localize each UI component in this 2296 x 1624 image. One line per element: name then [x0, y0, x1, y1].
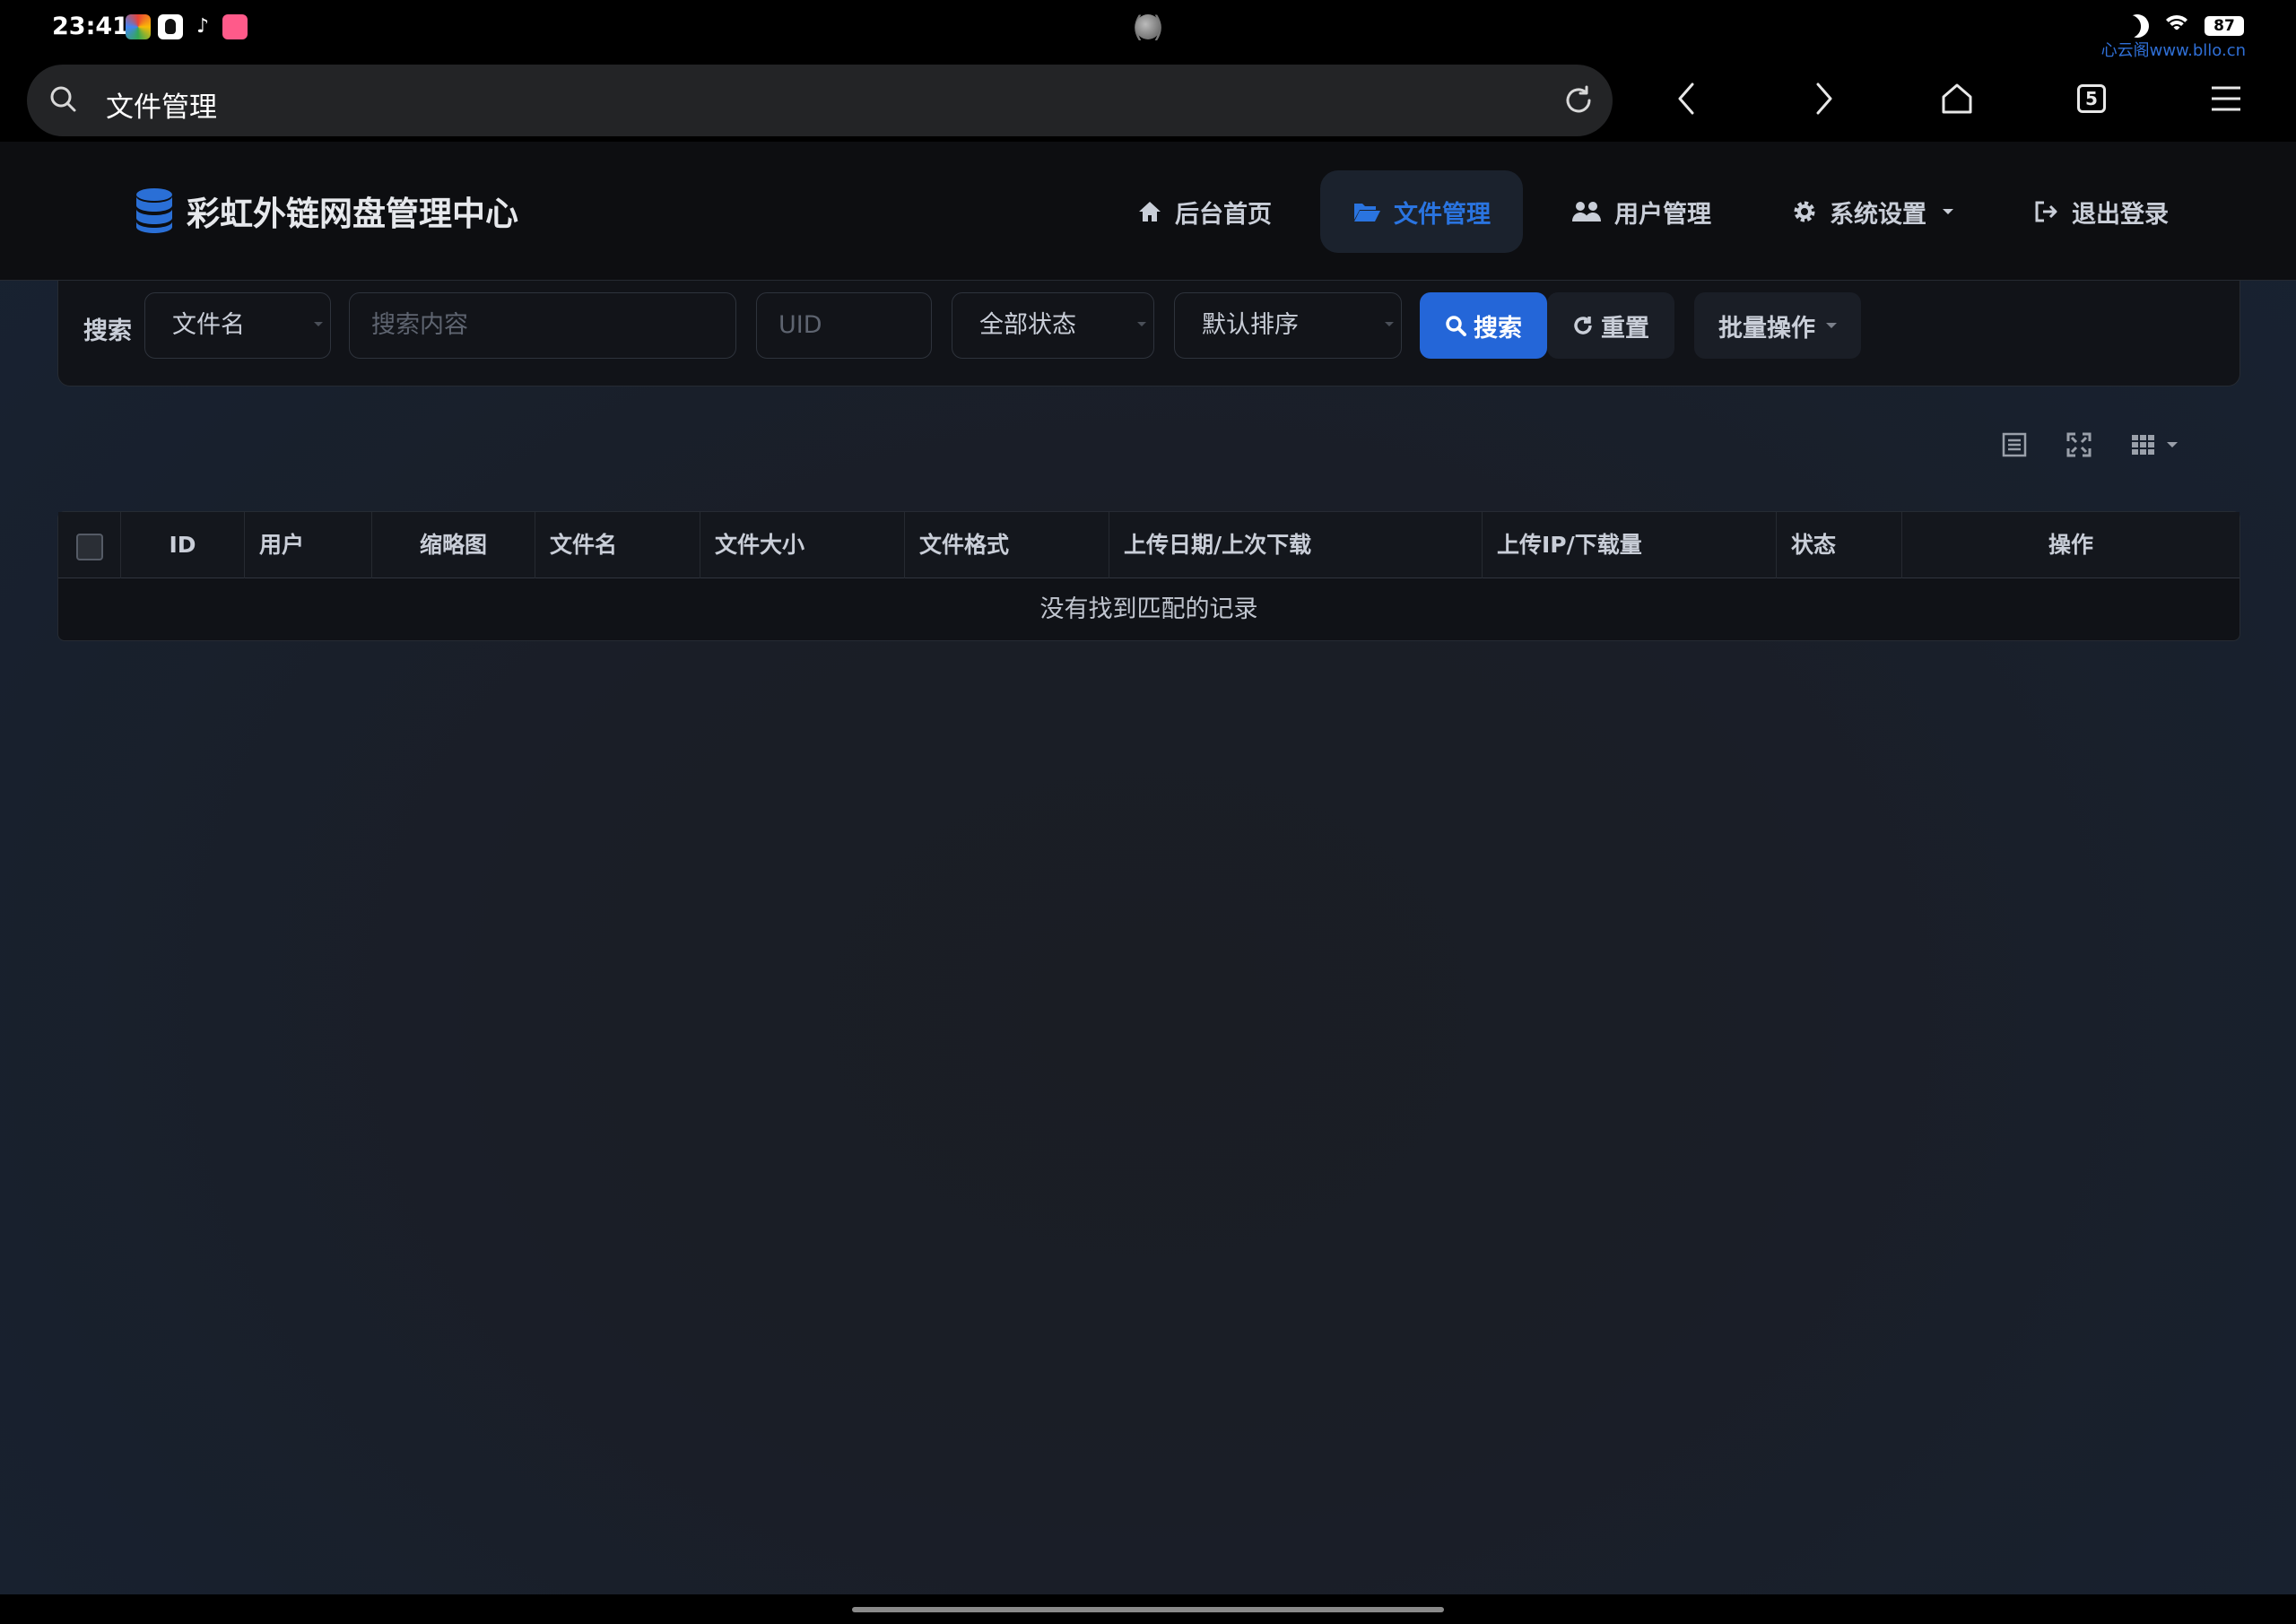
site-navbar: 彩虹外链网盘管理中心 后台首页 文件管理 用户管理 系统设置 退出登录: [0, 142, 2296, 281]
browser-toolbar: 文件管理 5: [0, 57, 2296, 142]
qq-icon: [158, 14, 183, 39]
forward-button[interactable]: [1799, 75, 1846, 122]
uid-placeholder: UID: [778, 311, 822, 339]
folder-open-icon: [1354, 204, 1380, 221]
home-icon: [1139, 202, 1161, 221]
list-icon[interactable]: [2000, 430, 2029, 459]
address-bar[interactable]: 文件管理: [27, 65, 1613, 136]
page-content: 彩虹外链网盘管理中心 后台首页 文件管理 用户管理 系统设置 退出登录 搜索 文…: [0, 142, 2296, 1594]
battery-icon: 87: [2205, 16, 2244, 36]
nav-dashboard[interactable]: 后台首页: [1105, 170, 1304, 253]
search-content-placeholder: 搜索内容: [371, 311, 468, 339]
search-button[interactable]: 搜索: [1420, 292, 1547, 359]
columns-grid-icon: [2132, 435, 2154, 455]
th-upload-date[interactable]: 上传日期/上次下载: [1109, 512, 1483, 578]
search-button-label: 搜索: [1474, 314, 1522, 343]
back-button[interactable]: [1665, 75, 1711, 122]
chevron-down-icon: [1385, 322, 1394, 326]
th-user[interactable]: 用户: [245, 512, 372, 578]
chevron-down-icon: [314, 322, 323, 326]
nav-system-settings[interactable]: 系统设置: [1760, 170, 1986, 253]
table-toolbar: [2000, 430, 2178, 459]
chevron-down-icon: [1137, 322, 1146, 326]
search-label: 搜索: [83, 317, 132, 345]
nav-system-settings-label: 系统设置: [1830, 200, 1926, 229]
users-icon: [1572, 202, 1601, 221]
th-filename[interactable]: 文件名: [535, 512, 700, 578]
sign-out-icon: [2035, 201, 2057, 222]
refresh-icon: [1574, 317, 1592, 334]
nav-user-management-label: 用户管理: [1614, 200, 1711, 229]
chevron-down-icon: [2167, 442, 2178, 447]
camera-indicator: ( ): [1118, 9, 1178, 45]
status-time: 23:41: [52, 13, 129, 40]
tabs-icon: 5: [2077, 84, 2106, 113]
home-indicator-bar[interactable]: [852, 1607, 1444, 1612]
nav-dashboard-label: 后台首页: [1175, 200, 1272, 229]
chevron-down-icon: [1943, 209, 1953, 214]
search-type-select[interactable]: 文件名: [144, 292, 331, 359]
brand-title: 彩虹外链网盘管理中心: [187, 195, 518, 233]
tabs-button[interactable]: 5: [2068, 75, 2115, 122]
th-filesize[interactable]: 文件大小: [700, 512, 905, 578]
nav-logout-label: 退出登录: [2072, 200, 2169, 229]
app-pink-icon: [222, 14, 248, 39]
home-button[interactable]: [1934, 75, 1980, 122]
nav-file-management[interactable]: 文件管理: [1320, 170, 1523, 253]
app-icon: [126, 14, 151, 39]
batch-actions-button[interactable]: 批量操作: [1694, 292, 1861, 359]
sort-select[interactable]: 默认排序: [1174, 292, 1402, 359]
nav-user-management[interactable]: 用户管理: [1539, 170, 1744, 253]
nav-logout[interactable]: 退出登录: [2002, 170, 2201, 253]
sort-select-value: 默认排序: [1202, 311, 1299, 339]
th-actions: 操作: [2048, 532, 2093, 558]
gear-icon: [1794, 201, 1815, 222]
select-all-checkbox[interactable]: [76, 534, 103, 560]
search-icon: [50, 86, 76, 112]
batch-actions-label: 批量操作: [1718, 314, 1815, 343]
th-thumbnail[interactable]: 缩略图: [372, 512, 535, 578]
columns-toggle[interactable]: [2129, 430, 2178, 459]
files-table: ID 用户 缩略图 文件名 文件大小 文件格式 上传日期/上次下载 上传IP/下…: [57, 511, 2240, 641]
menu-icon: [2212, 86, 2240, 111]
brand[interactable]: 彩虹外链网盘管理中心: [135, 187, 518, 235]
uid-input[interactable]: UID: [756, 292, 932, 359]
th-status[interactable]: 状态: [1777, 512, 1902, 578]
chevron-down-icon: [1826, 323, 1837, 328]
back-icon: [1678, 83, 1694, 115]
search-icon: [1446, 316, 1466, 336]
status-app-icons: ♪: [126, 14, 248, 39]
fullscreen-icon[interactable]: [2065, 430, 2093, 459]
th-id[interactable]: ID: [121, 512, 245, 578]
reset-button-label: 重置: [1601, 314, 1649, 343]
forward-icon: [1816, 83, 1832, 115]
status-select-value: 全部状态: [979, 311, 1076, 339]
search-content-input[interactable]: 搜索内容: [349, 292, 736, 359]
nav-file-management-label: 文件管理: [1394, 200, 1491, 229]
tiktok-icon: ♪: [196, 15, 210, 38]
main-nav: 后台首页 文件管理 用户管理 系统设置 退出登录: [1105, 170, 2201, 253]
th-format[interactable]: 文件格式: [905, 512, 1109, 578]
status-bar: 23:41 ♪ ( ) 87 心云阁www.bllo.cn: [0, 0, 2296, 60]
address-text[interactable]: 文件管理: [106, 84, 217, 125]
database-icon: [136, 188, 172, 233]
menu-button[interactable]: [2203, 75, 2249, 122]
empty-message: 没有找到匹配的记录: [1039, 595, 1258, 623]
status-right: 87: [2126, 14, 2244, 38]
th-select: [58, 512, 121, 578]
th-upload-ip[interactable]: 上传IP/下载量: [1483, 512, 1777, 578]
reset-button[interactable]: 重置: [1547, 292, 1674, 359]
reload-icon[interactable]: [1562, 84, 1595, 117]
home-indicator: [0, 1594, 2296, 1624]
search-panel: 搜索 文件名 搜索内容 UID 全部状态 默认排序 搜索 重置 批量操作: [57, 281, 2240, 386]
home-icon: [1942, 83, 1972, 114]
search-type-value: 文件名: [172, 311, 245, 339]
status-select[interactable]: 全部状态: [952, 292, 1154, 359]
table-header: ID 用户 缩略图 文件名 文件大小 文件格式 上传日期/上次下载 上传IP/下…: [58, 512, 2239, 578]
wifi-icon: [2161, 15, 2192, 37]
